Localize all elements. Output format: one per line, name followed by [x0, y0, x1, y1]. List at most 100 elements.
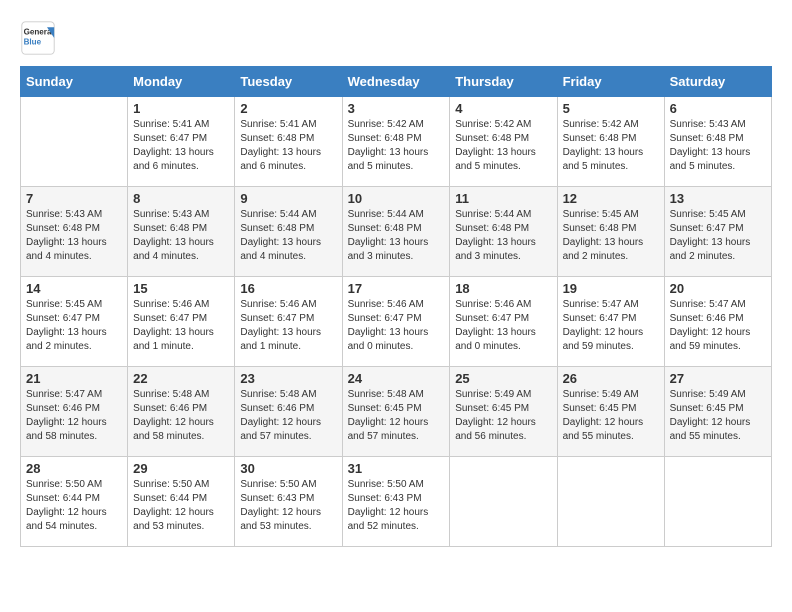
day-number: 5 [563, 101, 659, 116]
day-info: Sunrise: 5:46 AMSunset: 6:47 PMDaylight:… [240, 298, 336, 354]
calendar-cell: 17Sunrise: 5:46 AMSunset: 6:47 PMDayligh… [342, 277, 450, 367]
day-number: 22 [133, 371, 229, 386]
calendar-cell: 16 Sunrise: 5:46 AMSunset: 6:47 PMDayligh… [235, 277, 342, 367]
day-info: Sunrise: 5:43 AMSunset: 6:48 PMDaylight:… [133, 208, 229, 264]
calendar-cell: 2 Sunrise: 5:41 AMSunset: 6:48 PMDaylight… [235, 97, 342, 187]
day-number: 19 [563, 281, 659, 296]
day-info: Sunrise: 5:48 AMSunset: 6:45 PMDaylight:… [348, 388, 445, 444]
day-info: Sunrise: 5:50 AMSunset: 6:44 PMDaylight:… [26, 478, 122, 534]
calendar-week-row: 14 Sunrise: 5:45 AMSunset: 6:47 PMDayligh… [21, 277, 772, 367]
day-number: 8 [133, 191, 229, 206]
calendar-cell: 22Sunrise: 5:48 AMSunset: 6:46 PMDayligh… [128, 367, 235, 457]
calendar-cell [450, 457, 557, 547]
day-number: 9 [240, 191, 336, 206]
day-number: 6 [670, 101, 766, 116]
calendar-cell [557, 457, 664, 547]
weekday-header: Saturday [664, 67, 771, 97]
day-info: Sunrise: 5:50 AMSunset: 6:43 PMDaylight:… [348, 478, 445, 534]
day-number: 16 [240, 281, 336, 296]
calendar-cell: 28 Sunrise: 5:50 AMSunset: 6:44 PMDayligh… [21, 457, 128, 547]
day-number: 2 [240, 101, 336, 116]
calendar-cell: 26 Sunrise: 5:49 AMSunset: 6:45 PMDayligh… [557, 367, 664, 457]
day-number: 4 [455, 101, 551, 116]
calendar-week-row: 21 Sunrise: 5:47 AMSunset: 6:46 PMDayligh… [21, 367, 772, 457]
day-info: Sunrise: 5:49 AMSunset: 6:45 PMDaylight:… [455, 388, 551, 444]
calendar-cell: 20 Sunrise: 5:47 AMSunset: 6:46 PMDayligh… [664, 277, 771, 367]
calendar-cell: 29 Sunrise: 5:50 AMSunset: 6:44 PMDayligh… [128, 457, 235, 547]
weekday-header: Friday [557, 67, 664, 97]
calendar-cell: 9 Sunrise: 5:44 AMSunset: 6:48 PMDaylight… [235, 187, 342, 277]
day-info: Sunrise: 5:43 AMSunset: 6:48 PMDaylight:… [26, 208, 122, 264]
weekday-header: Wednesday [342, 67, 450, 97]
day-number: 7 [26, 191, 122, 206]
day-info: Sunrise: 5:48 AMSunset: 6:46 PMDaylight:… [240, 388, 336, 444]
calendar-cell: 13Sunrise: 5:45 AMSunset: 6:47 PMDayligh… [664, 187, 771, 277]
calendar-cell: 12 Sunrise: 5:45 AMSunset: 6:48 PMDayligh… [557, 187, 664, 277]
calendar-cell [21, 97, 128, 187]
calendar-cell: 19Sunrise: 5:47 AMSunset: 6:47 PMDayligh… [557, 277, 664, 367]
day-number: 28 [26, 461, 122, 476]
day-info: Sunrise: 5:45 AMSunset: 6:47 PMDaylight:… [26, 298, 122, 354]
day-number: 3 [348, 101, 445, 116]
calendar-table: SundayMondayTuesdayWednesdayThursdayFrid… [20, 66, 772, 547]
day-info: Sunrise: 5:42 AMSunset: 6:48 PMDaylight:… [348, 118, 445, 174]
day-info: Sunrise: 5:49 AMSunset: 6:45 PMDaylight:… [670, 388, 766, 444]
day-number: 31 [348, 461, 445, 476]
calendar-cell: 18 Sunrise: 5:46 AMSunset: 6:47 PMDayligh… [450, 277, 557, 367]
day-number: 10 [348, 191, 445, 206]
day-number: 1 [133, 101, 229, 116]
day-info: Sunrise: 5:41 AMSunset: 6:47 PMDaylight:… [133, 118, 229, 174]
calendar-cell: 31 Sunrise: 5:50 AMSunset: 6:43 PMDayligh… [342, 457, 450, 547]
day-info: Sunrise: 5:44 AMSunset: 6:48 PMDaylight:… [455, 208, 551, 264]
calendar-cell: 11 Sunrise: 5:44 AMSunset: 6:48 PMDayligh… [450, 187, 557, 277]
calendar-cell: 5 Sunrise: 5:42 AMSunset: 6:48 PMDaylight… [557, 97, 664, 187]
weekday-header: Thursday [450, 67, 557, 97]
calendar-cell: 6 Sunrise: 5:43 AMSunset: 6:48 PMDaylight… [664, 97, 771, 187]
day-number: 18 [455, 281, 551, 296]
calendar-week-row: 28 Sunrise: 5:50 AMSunset: 6:44 PMDayligh… [21, 457, 772, 547]
day-info: Sunrise: 5:47 AMSunset: 6:46 PMDaylight:… [670, 298, 766, 354]
calendar-cell: 1 Sunrise: 5:41 AMSunset: 6:47 PMDaylight… [128, 97, 235, 187]
day-info: Sunrise: 5:49 AMSunset: 6:45 PMDaylight:… [563, 388, 659, 444]
svg-text:Blue: Blue [24, 37, 42, 46]
calendar-cell: 15 Sunrise: 5:46 AMSunset: 6:47 PMDayligh… [128, 277, 235, 367]
day-number: 11 [455, 191, 551, 206]
day-info: Sunrise: 5:45 AMSunset: 6:48 PMDaylight:… [563, 208, 659, 264]
day-number: 25 [455, 371, 551, 386]
calendar-week-row: 1 Sunrise: 5:41 AMSunset: 6:47 PMDaylight… [21, 97, 772, 187]
day-number: 24 [348, 371, 445, 386]
calendar-cell: 8 Sunrise: 5:43 AMSunset: 6:48 PMDaylight… [128, 187, 235, 277]
day-info: Sunrise: 5:46 AMSunset: 6:47 PMDaylight:… [348, 298, 445, 354]
day-number: 29 [133, 461, 229, 476]
day-info: Sunrise: 5:41 AMSunset: 6:48 PMDaylight:… [240, 118, 336, 174]
day-number: 12 [563, 191, 659, 206]
day-number: 15 [133, 281, 229, 296]
day-number: 27 [670, 371, 766, 386]
weekday-header: Tuesday [235, 67, 342, 97]
calendar-cell: 25 Sunrise: 5:49 AMSunset: 6:45 PMDayligh… [450, 367, 557, 457]
weekday-header: Monday [128, 67, 235, 97]
calendar-cell: 14 Sunrise: 5:45 AMSunset: 6:47 PMDayligh… [21, 277, 128, 367]
calendar-cell: 24 Sunrise: 5:48 AMSunset: 6:45 PMDayligh… [342, 367, 450, 457]
day-number: 14 [26, 281, 122, 296]
day-number: 21 [26, 371, 122, 386]
day-number: 30 [240, 461, 336, 476]
day-info: Sunrise: 5:44 AMSunset: 6:48 PMDaylight:… [348, 208, 445, 264]
logo-icon: General Blue [20, 20, 56, 56]
calendar-cell: 27 Sunrise: 5:49 AMSunset: 6:45 PMDayligh… [664, 367, 771, 457]
day-number: 23 [240, 371, 336, 386]
day-info: Sunrise: 5:43 AMSunset: 6:48 PMDaylight:… [670, 118, 766, 174]
calendar-cell: 30Sunrise: 5:50 AMSunset: 6:43 PMDayligh… [235, 457, 342, 547]
day-info: Sunrise: 5:47 AMSunset: 6:46 PMDaylight:… [26, 388, 122, 444]
calendar-cell: 21 Sunrise: 5:47 AMSunset: 6:46 PMDayligh… [21, 367, 128, 457]
calendar-cell: 7 Sunrise: 5:43 AMSunset: 6:48 PMDaylight… [21, 187, 128, 277]
day-info: Sunrise: 5:46 AMSunset: 6:47 PMDaylight:… [455, 298, 551, 354]
day-number: 20 [670, 281, 766, 296]
day-number: 26 [563, 371, 659, 386]
day-info: Sunrise: 5:45 AMSunset: 6:47 PMDaylight:… [670, 208, 766, 264]
day-info: Sunrise: 5:46 AMSunset: 6:47 PMDaylight:… [133, 298, 229, 354]
day-info: Sunrise: 5:42 AMSunset: 6:48 PMDaylight:… [563, 118, 659, 174]
day-info: Sunrise: 5:44 AMSunset: 6:48 PMDaylight:… [240, 208, 336, 264]
day-info: Sunrise: 5:50 AMSunset: 6:44 PMDaylight:… [133, 478, 229, 534]
weekday-header-row: SundayMondayTuesdayWednesdayThursdayFrid… [21, 67, 772, 97]
